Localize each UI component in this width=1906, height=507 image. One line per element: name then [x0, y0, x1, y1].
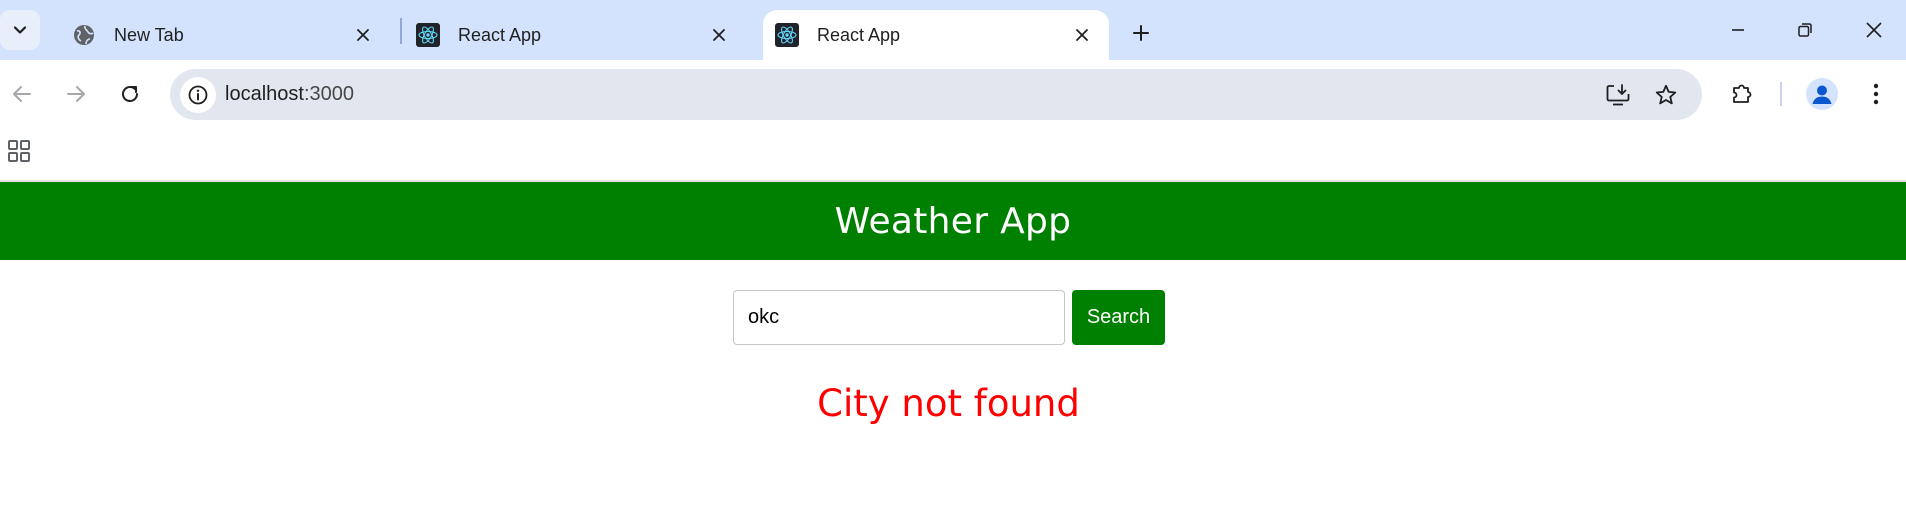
error-message: City not found [817, 382, 1080, 425]
restore-button[interactable] [1777, 8, 1833, 52]
tab-title: React App [458, 24, 542, 45]
tab-title: New Tab [114, 24, 184, 45]
extensions-button[interactable] [1724, 76, 1760, 112]
page-title: Weather App [834, 200, 1072, 242]
tab-search-button[interactable] [0, 10, 40, 50]
arrow-left-icon [13, 86, 31, 102]
back-button[interactable] [2, 74, 42, 114]
restore-icon [1798, 23, 1812, 37]
app-header: Weather App [0, 182, 1906, 260]
puzzle-icon [1733, 84, 1752, 103]
site-info-button[interactable] [180, 77, 216, 113]
tab-react-app-active[interactable]: React App [763, 10, 1109, 60]
new-tab-button[interactable] [1122, 14, 1160, 52]
city-search-input[interactable] [733, 290, 1065, 345]
address-bar[interactable]: localhost:3000 [170, 69, 1702, 120]
apps-grid-button[interactable] [6, 138, 32, 164]
chevron-down-icon [13, 26, 27, 34]
reload-button[interactable] [110, 74, 150, 114]
star-icon [1655, 84, 1677, 105]
apps-grid-icon [8, 140, 30, 162]
bookmark-star-button[interactable] [1650, 79, 1682, 111]
forward-button[interactable] [56, 74, 96, 114]
browser-menu-button[interactable] [1858, 76, 1894, 112]
close-icon [1866, 22, 1882, 38]
search-form: Search [733, 290, 1165, 345]
react-icon [416, 23, 440, 47]
url-text[interactable]: localhost:3000 [225, 83, 354, 106]
close-icon[interactable] [704, 20, 734, 50]
tab-separator [400, 18, 402, 44]
minimize-button[interactable] [1710, 8, 1766, 52]
search-button[interactable]: Search [1072, 290, 1165, 345]
toolbar-divider [1780, 82, 1782, 106]
reload-icon [122, 86, 138, 102]
globe-icon [72, 23, 96, 47]
minimize-icon [1732, 29, 1744, 31]
install-app-button[interactable] [1602, 79, 1634, 111]
close-window-button[interactable] [1846, 8, 1902, 52]
tab-new-tab[interactable]: New Tab [50, 10, 390, 60]
tab-strip: New Tab React App React App [0, 0, 1906, 60]
info-icon [188, 85, 208, 105]
more-vertical-icon [1873, 83, 1879, 105]
react-icon [775, 23, 799, 47]
tab-react-app[interactable]: React App [406, 10, 746, 60]
install-app-icon [1606, 84, 1630, 106]
profile-avatar[interactable] [1806, 78, 1838, 110]
person-icon [1812, 85, 1832, 104]
tab-title: React App [817, 24, 901, 45]
arrow-right-icon [67, 86, 85, 102]
close-icon[interactable] [1067, 20, 1097, 50]
url-host: localhost [225, 83, 304, 105]
plus-icon [1133, 25, 1149, 41]
url-port: :3000 [303, 83, 354, 105]
close-icon[interactable] [348, 20, 378, 50]
